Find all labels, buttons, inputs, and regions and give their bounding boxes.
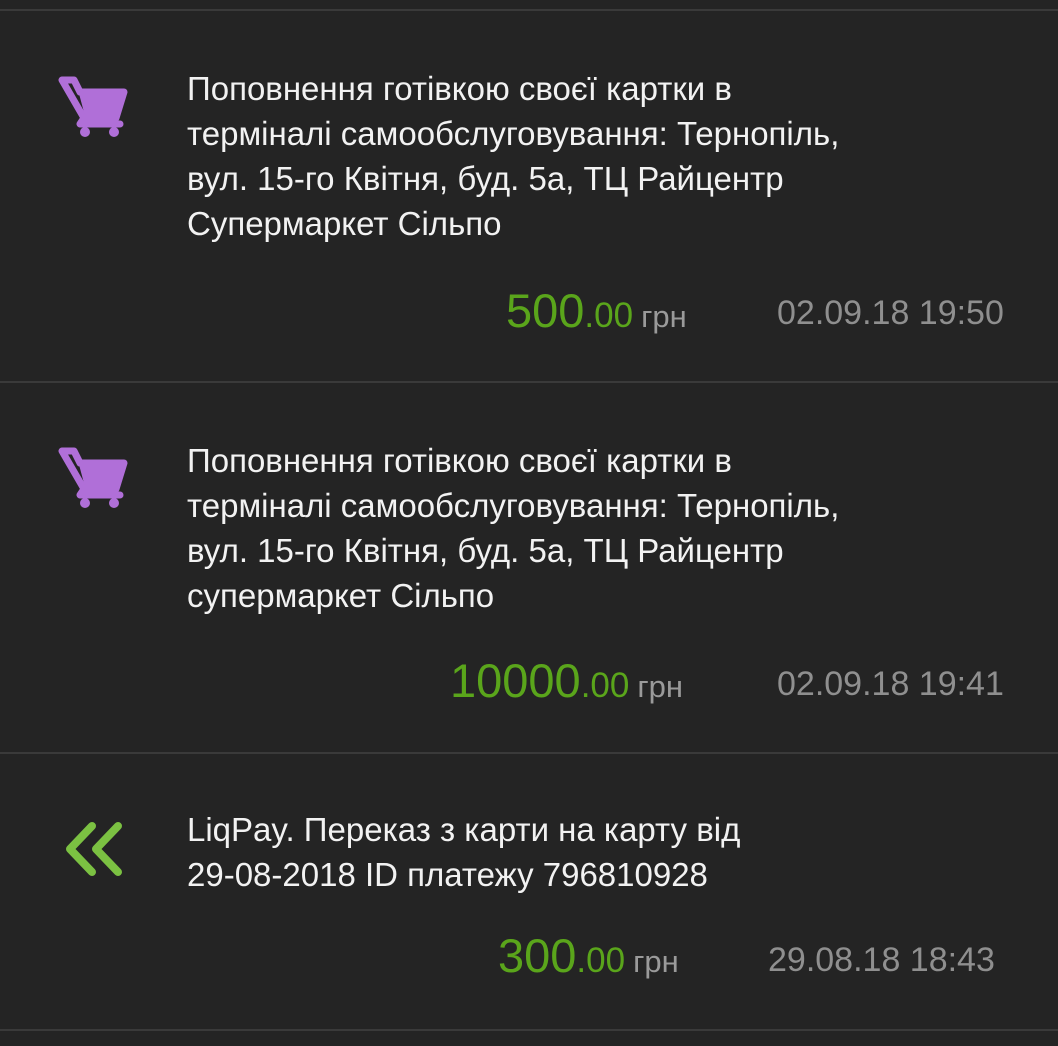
transaction-description: LiqPay. Переказ з карти на карту від 29-… xyxy=(187,807,1027,897)
transaction-description: Поповнення готівкою своєї картки в термі… xyxy=(187,438,1027,618)
description-line: терміналі самообслуговування: Тернопіль, xyxy=(187,487,840,524)
transaction-amount: 10000.00 грн xyxy=(450,657,683,704)
transaction-item[interactable]: Поповнення готівкою своєї картки в термі… xyxy=(0,0,1058,382)
currency-label: грн xyxy=(641,299,687,334)
transaction-item[interactable]: LiqPay. Переказ з карти на карту від 29-… xyxy=(0,754,1058,1030)
amount-decimal: .00 xyxy=(584,296,634,335)
description-line: Поповнення готівкою своєї картки в xyxy=(187,70,732,107)
amount-integer: 300 xyxy=(498,929,577,982)
transaction-description: Поповнення готівкою своєї картки в термі… xyxy=(187,66,1027,246)
transaction-amount: 300.00 грн xyxy=(498,932,679,979)
description-line: Супермаркет Сільпо xyxy=(187,205,502,242)
description-line: вул. 15-го Квітня, буд. 5а, ТЦ Райцентр xyxy=(187,532,784,569)
description-line: Поповнення готівкою своєї картки в xyxy=(187,442,732,479)
transaction-datetime: 02.09.18 19:41 xyxy=(777,665,1004,703)
amount-decimal: .00 xyxy=(580,666,630,705)
description-line: 29-08-2018 ID платежу 796810928 xyxy=(187,856,708,893)
amount-decimal: .00 xyxy=(576,941,626,980)
divider xyxy=(0,1029,1058,1031)
amount-integer: 500 xyxy=(506,284,585,337)
shopping-cart-icon xyxy=(58,447,128,508)
currency-label: грн xyxy=(633,944,679,979)
description-line: супермаркет Сільпо xyxy=(187,577,495,614)
amount-integer: 10000 xyxy=(450,654,581,707)
transaction-datetime: 02.09.18 19:50 xyxy=(777,294,1004,332)
description-line: LiqPay. Переказ з карти на карту від xyxy=(187,811,741,848)
description-line: вул. 15-го Квітня, буд. 5а, ТЦ Райцентр xyxy=(187,160,784,197)
description-line: терміналі самообслуговування: Тернопіль, xyxy=(187,115,840,152)
currency-label: грн xyxy=(637,669,684,704)
double-chevron-left-icon xyxy=(66,822,122,876)
shopping-cart-icon xyxy=(58,76,128,137)
transaction-datetime: 29.08.18 18:43 xyxy=(768,941,995,979)
transaction-item[interactable]: Поповнення готівкою своєї картки в термі… xyxy=(0,383,1058,753)
transaction-amount: 500.00 грн xyxy=(506,287,687,334)
